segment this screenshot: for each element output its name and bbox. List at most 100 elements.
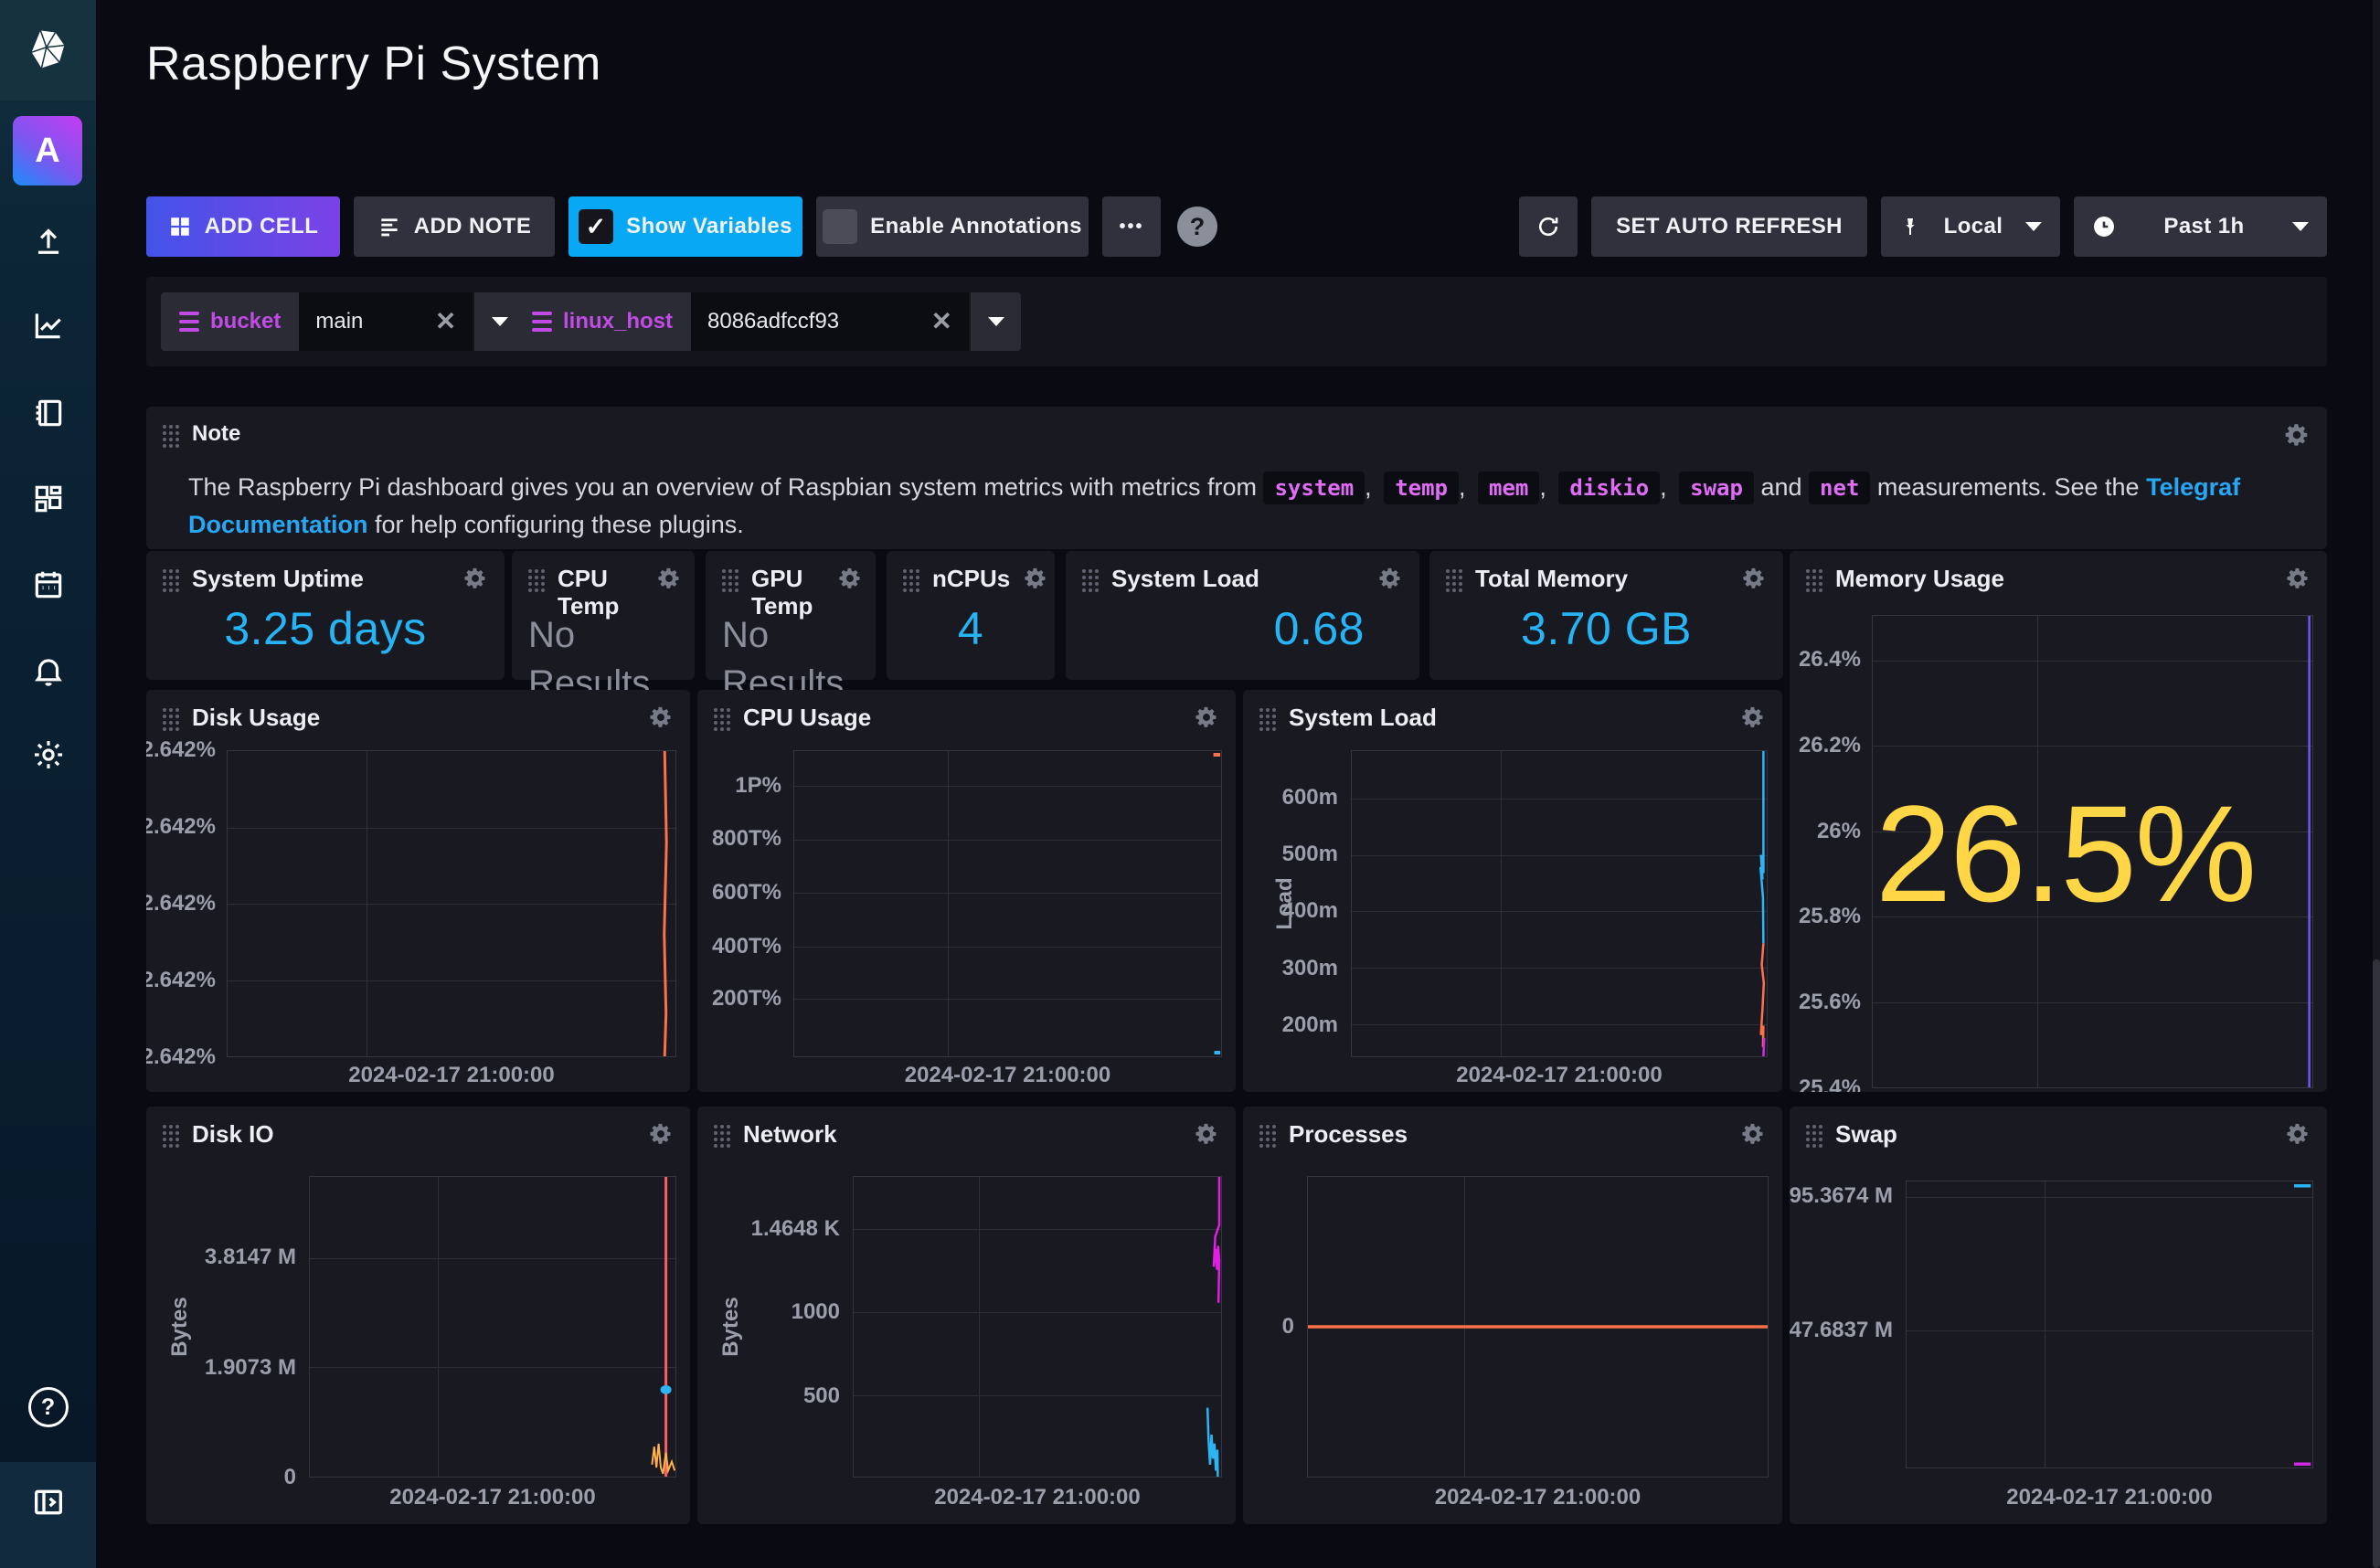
drag-handle[interactable] <box>722 569 738 592</box>
cell-settings-button[interactable] <box>1023 566 1048 591</box>
timezone-selected-label: Local <box>1944 214 2003 239</box>
drag-lines-icon <box>532 312 552 332</box>
avatar[interactable]: A <box>13 116 82 185</box>
stat-value: 3.25 days <box>146 602 505 655</box>
cell-title: Note <box>192 421 240 447</box>
cell-settings-button[interactable] <box>1740 1121 1766 1147</box>
drag-handle[interactable] <box>714 708 730 731</box>
y-axis-ticks: 600m 500m 400m 300m 200m <box>1243 750 1338 1057</box>
cell-settings-button[interactable] <box>2285 566 2311 591</box>
drag-handle[interactable] <box>1806 1125 1822 1148</box>
plot-area <box>1307 1176 1769 1478</box>
x-axis-label: 2024-02-17 21:00:00 <box>1351 1063 1768 1088</box>
gear-icon <box>1740 1121 1766 1147</box>
drag-handle[interactable] <box>1259 708 1276 731</box>
cell-title: Swap <box>1835 1121 1897 1149</box>
clock-icon <box>2092 215 2116 238</box>
scrollbar-thumb[interactable] <box>2373 959 2380 1568</box>
cell-settings-button[interactable] <box>1194 705 1219 730</box>
x-axis-label: 2024-02-17 21:00:00 <box>793 1063 1222 1088</box>
sidebar-nav: A <box>0 0 96 1568</box>
chevron-down-icon <box>988 317 1004 326</box>
code-chip: net <box>1809 471 1870 504</box>
variable-linux-host-value[interactable]: 8086adfccf93 ✕ <box>691 292 969 351</box>
gear-icon <box>1740 705 1766 730</box>
cell-settings-button[interactable] <box>1194 1121 1219 1147</box>
cell-title: Disk IO <box>192 1121 274 1149</box>
refresh-button[interactable] <box>1519 196 1578 257</box>
chart-cell-processes: Processes 0 2024-02-17 21:00:00 <box>1243 1107 1782 1524</box>
influxdb-logo[interactable] <box>0 0 96 101</box>
check-glyph: ✓ <box>586 213 607 241</box>
scrollbar-track[interactable] <box>2373 0 2380 1568</box>
variable-bucket-label[interactable]: bucket <box>161 292 299 351</box>
variable-linux-host-label[interactable]: linux_host <box>514 292 691 351</box>
clear-value-icon[interactable]: ✕ <box>435 309 456 334</box>
cell-title: GPU Temp <box>751 566 815 620</box>
variable-linux-host-dropdown-button[interactable] <box>971 292 1021 351</box>
cell-title: System Load <box>1111 566 1259 593</box>
cell-settings-button[interactable] <box>2283 421 2311 449</box>
gear-icon <box>648 1121 674 1147</box>
variable-bucket-value[interactable]: main ✕ <box>299 292 473 351</box>
cell-settings-button[interactable] <box>837 566 863 591</box>
drag-handle[interactable] <box>163 425 179 448</box>
cell-settings-button[interactable] <box>656 566 682 591</box>
timezone-dropdown[interactable]: Local <box>1881 196 2060 257</box>
sidebar-item-data-explorer[interactable] <box>0 305 96 345</box>
checkbox-unchecked-icon <box>823 209 857 244</box>
stat-value: 3.70 GB <box>1429 602 1783 655</box>
drag-handle[interactable] <box>1259 1125 1276 1148</box>
calendar-icon <box>31 567 66 602</box>
code-chip: mem <box>1478 471 1539 504</box>
drag-handle[interactable] <box>1806 569 1822 592</box>
stat-value: 4 <box>887 602 1055 655</box>
chevron-down-icon <box>492 317 508 326</box>
sidebar-item-alerts[interactable] <box>0 651 96 691</box>
sidebar-item-help[interactable]: ? <box>0 1387 96 1427</box>
sidebar-item-notebooks[interactable] <box>0 393 96 433</box>
time-range-dropdown[interactable]: Past 1h <box>2074 196 2327 257</box>
dashboard-overflow-menu-button[interactable]: ••• <box>1102 196 1161 257</box>
show-variables-toggle[interactable]: ✓ Show Variables <box>568 196 802 257</box>
sidebar-item-upload[interactable] <box>0 219 96 260</box>
drag-handle[interactable] <box>163 1125 179 1148</box>
set-auto-refresh-button[interactable]: SET AUTO REFRESH <box>1591 196 1867 257</box>
series-lines <box>794 751 1221 1056</box>
enable-annotations-toggle[interactable]: Enable Annotations <box>816 196 1089 257</box>
ellipsis-icon: ••• <box>1119 217 1143 238</box>
cell-settings-button[interactable] <box>1741 566 1767 591</box>
variable-name: bucket <box>210 309 281 334</box>
sidebar-item-dashboards[interactable] <box>0 479 96 519</box>
cell-settings-button[interactable] <box>1740 705 1766 730</box>
stat-cell-gpu-temp: GPU Temp No Results <box>706 551 876 680</box>
drag-handle[interactable] <box>163 569 179 592</box>
series-lines <box>1907 1181 2312 1467</box>
cell-settings-button[interactable] <box>2285 1121 2311 1147</box>
cell-settings-button[interactable] <box>648 1121 674 1147</box>
stat-cell-system-load: System Load 0.68 <box>1066 551 1419 680</box>
drag-handle[interactable] <box>163 708 179 731</box>
drag-handle[interactable] <box>714 1125 730 1148</box>
cell-title: CPU Usage <box>743 705 871 732</box>
cell-title: System Load <box>1289 705 1437 732</box>
drag-handle[interactable] <box>903 569 919 592</box>
clear-value-icon[interactable]: ✕ <box>931 309 952 334</box>
y-axis-ticks: 0 <box>1243 1176 1294 1478</box>
drag-handle[interactable] <box>1446 569 1462 592</box>
gear-icon <box>1741 566 1767 591</box>
drag-handle[interactable] <box>528 569 545 592</box>
sidebar-item-settings[interactable] <box>0 735 96 775</box>
chart-cell-network: Network Bytes 1.4648 K 1000 500 2024-02-… <box>697 1107 1236 1524</box>
sidebar-item-tasks[interactable] <box>0 565 96 605</box>
toolbar-help-badge[interactable]: ? <box>1177 207 1217 247</box>
sidebar-expand-button[interactable] <box>0 1482 96 1522</box>
dashboards-icon <box>31 482 66 516</box>
cell-settings-button[interactable] <box>648 705 674 730</box>
add-cell-button[interactable]: ADD CELL <box>146 196 340 257</box>
drag-handle[interactable] <box>1082 569 1099 592</box>
cell-settings-button[interactable] <box>462 566 488 591</box>
show-variables-label: Show Variables <box>626 214 792 239</box>
cell-settings-button[interactable] <box>1377 566 1403 591</box>
add-note-button[interactable]: ADD NOTE <box>354 196 555 257</box>
